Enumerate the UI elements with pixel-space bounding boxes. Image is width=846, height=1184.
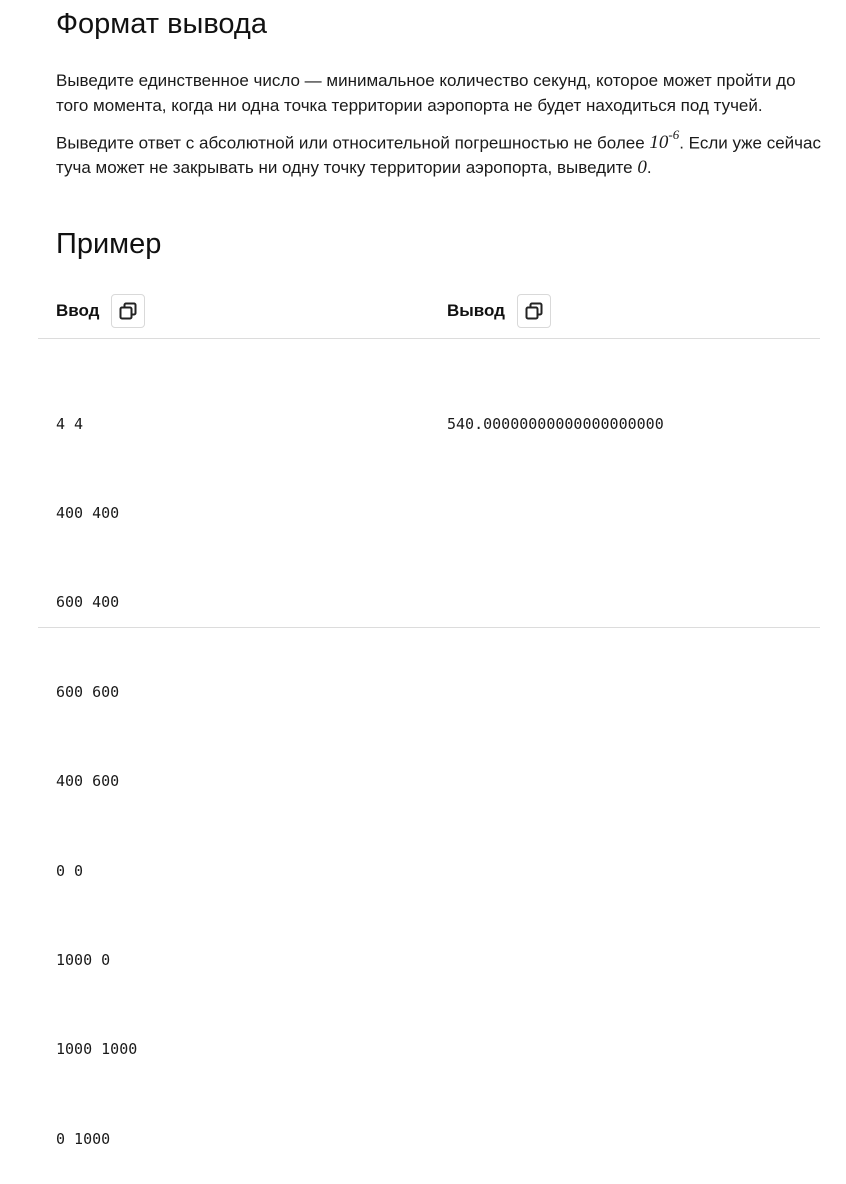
output-format-heading: Формат вывода <box>56 8 267 40</box>
input-line: 400 600 <box>56 772 120 791</box>
input-label: Ввод <box>56 301 100 320</box>
example-input[interactable]: 4 4 400 400 600 400 600 600 400 600 0 0 … <box>56 350 137 1184</box>
input-line: 4 4 <box>56 414 84 433</box>
input-header: Ввод <box>56 294 146 328</box>
copy-output-button[interactable] <box>516 294 551 328</box>
p2-text-before: Выведите ответ с абсолютной или относите… <box>56 133 650 153</box>
example-divider-top <box>38 338 820 339</box>
copy-icon <box>525 302 543 320</box>
output-format-paragraph-1: Выведите единственное число — минимально… <box>56 71 796 115</box>
math-precision: 10-6 <box>649 127 679 154</box>
copy-input-button[interactable] <box>111 294 146 328</box>
input-line: 0 1000 <box>56 1129 111 1148</box>
input-line: 1000 0 <box>56 950 111 969</box>
input-line: 600 600 <box>56 682 120 701</box>
math-base: 10 <box>649 132 669 154</box>
math-zero: 0 <box>637 157 647 179</box>
copy-icon <box>119 302 137 320</box>
math-exponent: -6 <box>668 127 680 142</box>
output-label: Вывод <box>447 301 505 320</box>
input-line: 600 400 <box>56 593 120 612</box>
example-heading: Пример <box>56 228 162 260</box>
output-format-paragraph-2: Выведите ответ с абсолютной или относите… <box>56 124 826 180</box>
output-header: Вывод <box>447 294 551 328</box>
p2-text-after: . <box>646 158 652 178</box>
input-line: 400 400 <box>56 503 120 522</box>
input-line: 1000 1000 <box>56 1040 138 1059</box>
output-line: 540.00000000000000000000 <box>447 414 664 433</box>
example-divider-bottom <box>38 627 820 628</box>
input-line: 0 0 <box>56 861 84 880</box>
example-output[interactable]: 540.00000000000000000000 <box>447 350 664 469</box>
